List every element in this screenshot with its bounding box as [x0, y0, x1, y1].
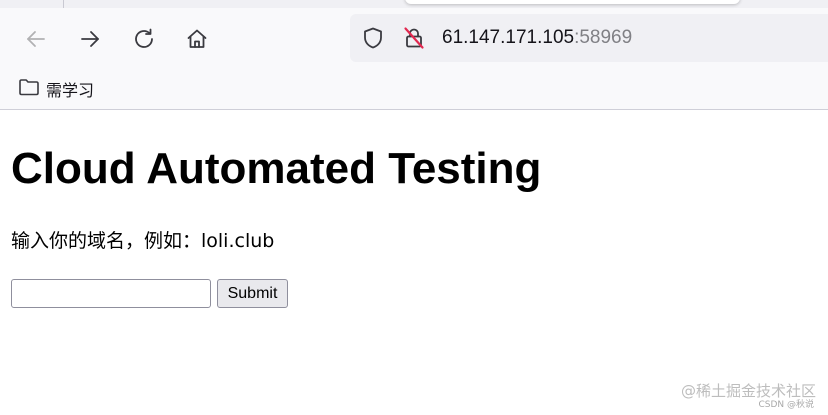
domain-prompt: 输入你的域名，例如：loli.club	[11, 230, 275, 252]
submit-button[interactable]: Submit	[217, 279, 288, 308]
url-port: :58969	[574, 27, 633, 48]
domain-input[interactable]	[11, 279, 211, 308]
url-host: 61.147.171.105	[442, 27, 575, 48]
watermark-sub: CSDN @秋说	[758, 400, 814, 410]
browser-toolbar: 61.147.171.105:58969 需学习	[0, 0, 828, 110]
reload-button[interactable]	[128, 23, 160, 55]
bookmark-folder[interactable]: 需学习	[18, 78, 94, 100]
page-title: Cloud Automated Testing	[11, 144, 542, 193]
url-bar[interactable]: 61.147.171.105:58969	[350, 14, 828, 62]
folder-icon	[18, 77, 40, 101]
back-button[interactable]	[20, 23, 52, 55]
web-page: Cloud Automated Testing 输入你的域名，例如：loli.c…	[0, 111, 828, 415]
bookmark-label: 需学习	[46, 81, 95, 100]
url-text[interactable]: 61.147.171.105:58969	[442, 26, 632, 50]
forward-arrow-icon	[78, 27, 102, 51]
back-arrow-icon	[24, 27, 48, 51]
forward-button[interactable]	[74, 23, 106, 55]
home-button[interactable]	[181, 23, 213, 55]
tab-divider	[63, 0, 64, 8]
insecure-lock-icon[interactable]	[402, 26, 426, 50]
reload-icon	[132, 27, 156, 51]
shield-icon[interactable]	[361, 26, 385, 50]
home-icon	[185, 27, 209, 51]
tab-tooltip	[405, 0, 740, 4]
